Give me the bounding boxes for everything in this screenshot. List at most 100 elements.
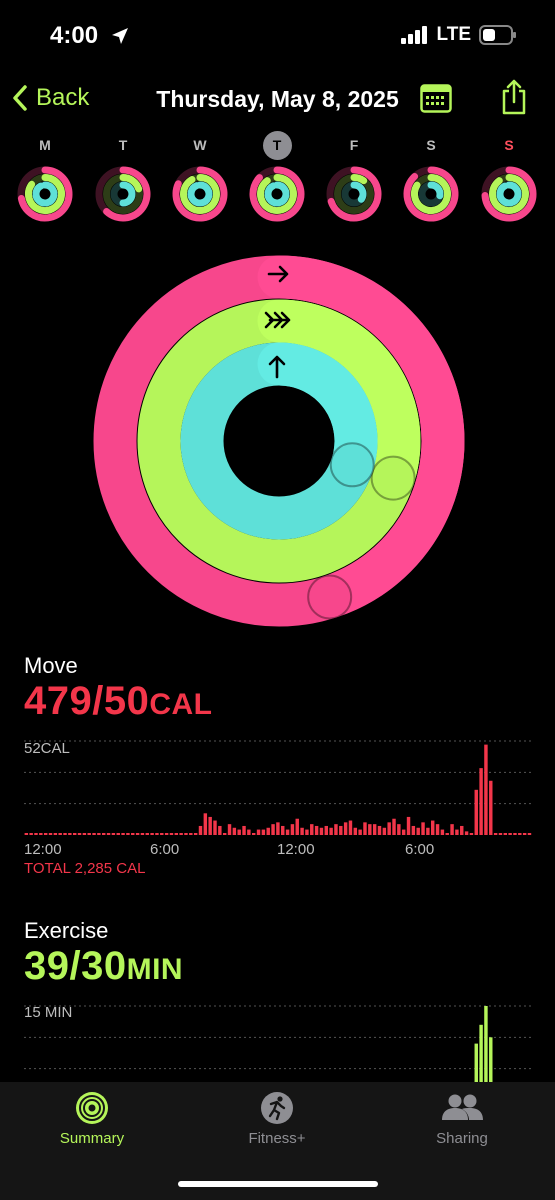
move-bar-85 xyxy=(435,824,440,835)
move-bar-12 xyxy=(82,833,87,835)
move-bar-24 xyxy=(140,833,145,835)
tab-fitness-plus[interactable]: Fitness+ xyxy=(202,1090,352,1147)
move-bar-28 xyxy=(160,833,164,835)
move-bar-6 xyxy=(53,833,58,835)
move-bar-87 xyxy=(445,833,449,835)
move-bar-101 xyxy=(513,833,517,835)
move-bar-94 xyxy=(479,768,483,835)
move-bar-76 xyxy=(392,818,396,835)
day-label-0: M xyxy=(39,137,51,153)
move-bar-65 xyxy=(339,825,343,835)
move-bar-8 xyxy=(63,833,67,835)
move-bar-39 xyxy=(213,820,217,835)
day-rings-0[interactable] xyxy=(17,166,73,222)
day-label-1: T xyxy=(118,137,128,153)
activity-rings[interactable] xyxy=(92,254,466,628)
move-bar-21 xyxy=(126,833,130,835)
move-bar-61 xyxy=(319,827,324,835)
calendar-icon[interactable] xyxy=(420,83,452,113)
move-bar-100 xyxy=(508,833,512,835)
move-total: TOTAL 2,285 CAL xyxy=(24,860,146,877)
move-bar-88 xyxy=(450,824,454,835)
move-x-label-1: 6:00 xyxy=(150,841,180,858)
move-bar-82 xyxy=(421,822,425,835)
week-rings xyxy=(17,166,537,222)
move-bar-31 xyxy=(174,833,179,835)
move-bar-14 xyxy=(92,833,96,835)
move-value-unit: CAL xyxy=(149,688,213,721)
move-bar-45 xyxy=(242,825,246,835)
move-bar-80 xyxy=(411,825,416,835)
stand-progress-4 xyxy=(350,181,367,203)
page-title: Thursday, May 8, 2025 xyxy=(156,86,399,112)
move-bar-9 xyxy=(68,833,72,835)
move-bar-68 xyxy=(353,827,358,835)
exercise-value-number: 39/30 xyxy=(24,944,127,988)
move-bar-99 xyxy=(503,833,508,835)
move-bar-98 xyxy=(498,833,503,835)
move-bar-62 xyxy=(324,825,328,835)
move-x-label-2: 12:00 xyxy=(277,841,315,858)
signal-icon xyxy=(400,26,427,44)
day-label-6: S xyxy=(504,137,514,153)
move-bar-60 xyxy=(314,825,319,835)
stand-progress-3 xyxy=(264,181,290,207)
day-rings-2[interactable] xyxy=(172,166,228,222)
day-rings-3[interactable] xyxy=(249,166,305,222)
move-bar-42 xyxy=(227,824,232,835)
stand-progress-6 xyxy=(496,181,522,207)
move-value-number: 479/50 xyxy=(24,679,150,723)
move-bar-75 xyxy=(387,822,391,835)
exercise-value-unit: MIN xyxy=(126,953,184,986)
move-bar-25 xyxy=(145,833,149,835)
move-bar-32 xyxy=(179,833,183,835)
move-bar-58 xyxy=(305,829,309,835)
move-bar-4 xyxy=(43,833,48,835)
move-bar-20 xyxy=(121,833,125,835)
day-rings-4[interactable] xyxy=(326,166,382,222)
move-bar-63 xyxy=(329,827,333,835)
move-title: Move xyxy=(24,653,78,678)
move-bar-55 xyxy=(290,824,295,835)
move-bar-70 xyxy=(363,822,367,835)
move-bar-22 xyxy=(131,833,135,835)
move-bar-74 xyxy=(382,827,387,835)
stand-progress-1 xyxy=(119,181,136,207)
move-bar-18 xyxy=(111,833,116,835)
summary-rings-icon xyxy=(76,1092,108,1124)
tab-sharing-label: Sharing xyxy=(436,1130,488,1147)
stand-progress-5 xyxy=(427,181,444,200)
move-bar-43 xyxy=(232,827,237,835)
move-bar-84 xyxy=(431,820,435,835)
move-bar-33 xyxy=(184,833,188,835)
move-bar-47 xyxy=(251,833,256,835)
exercise-title: Exercise xyxy=(24,918,109,943)
status-indicators: LTE xyxy=(400,24,517,46)
move-bar-81 xyxy=(416,827,420,835)
move-bar-89 xyxy=(455,829,459,835)
move-bar-44 xyxy=(237,829,241,835)
move-bar-13 xyxy=(87,833,91,835)
day-rings-6[interactable] xyxy=(481,166,537,222)
sharing-people-icon xyxy=(442,1094,483,1120)
stand-progress-2 xyxy=(187,181,213,207)
move-bar-83 xyxy=(426,827,430,835)
move-bar-35 xyxy=(193,833,198,835)
move-bar-37 xyxy=(203,813,208,835)
move-bar-56 xyxy=(295,818,299,835)
move-bar-48 xyxy=(256,829,261,835)
share-icon[interactable] xyxy=(500,78,528,116)
move-bar-2 xyxy=(34,833,38,835)
tab-sharing[interactable]: Sharing xyxy=(387,1090,537,1147)
move-chart[interactable] xyxy=(24,735,532,837)
move-bar-34 xyxy=(189,833,193,835)
day-rings-1[interactable] xyxy=(95,166,151,222)
battery-icon xyxy=(479,25,516,45)
day-rings-5[interactable] xyxy=(403,166,459,222)
move-bar-40 xyxy=(218,825,222,835)
move-bar-69 xyxy=(358,829,362,835)
move-x-label-0: 12:00 xyxy=(24,841,62,858)
move-bar-3 xyxy=(39,833,43,835)
move-bar-54 xyxy=(285,829,290,835)
tab-summary[interactable]: Summary xyxy=(17,1090,167,1147)
